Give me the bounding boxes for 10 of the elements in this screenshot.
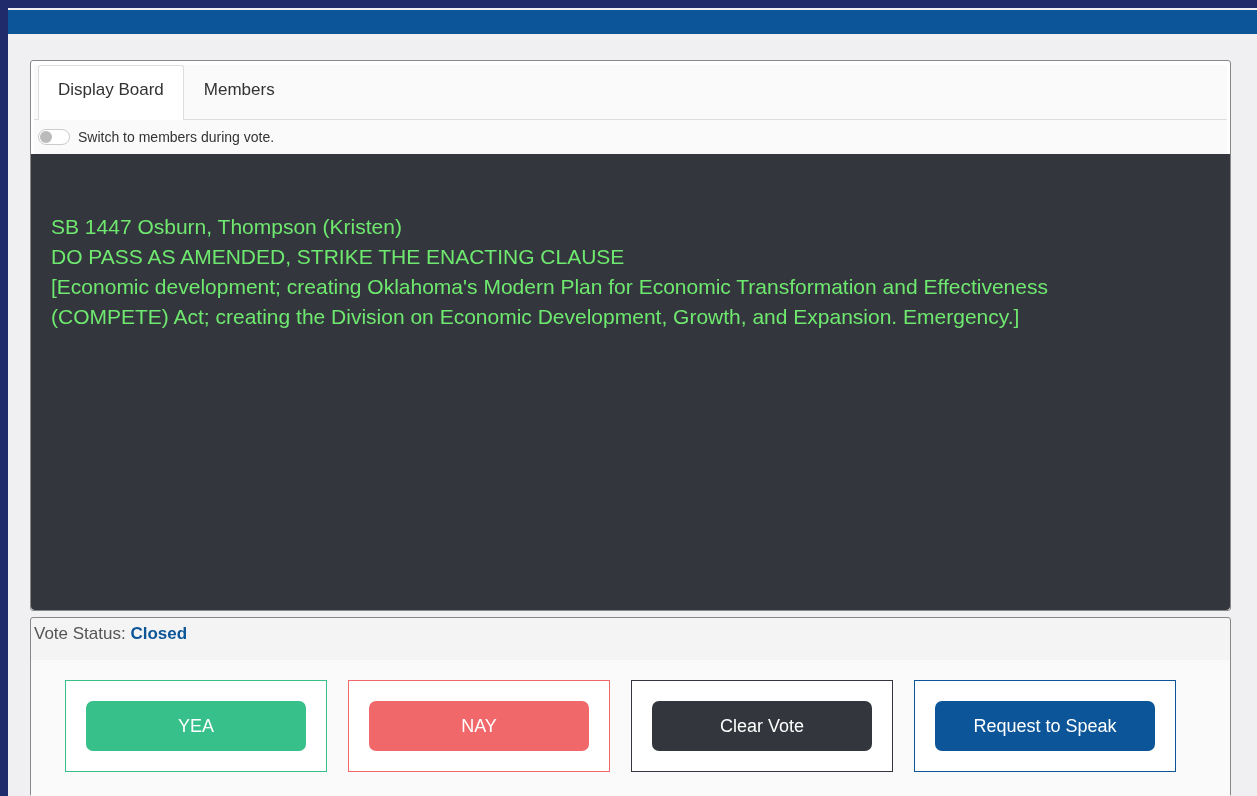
vote-button[interactable]: Request to Speak — [935, 701, 1155, 751]
tab[interactable]: Members — [183, 65, 295, 120]
board-text: SB 1447 Osburn, Thompson (Kristen) — [51, 214, 403, 240]
vote-status-text: Vote Status: Closed — [34, 624, 188, 643]
toggle-switch[interactable] — [38, 129, 70, 145]
vote-button[interactable]: Clear Vote — [652, 701, 872, 751]
switch-label: Switch to members during vote. — [78, 129, 275, 145]
board-text: [Economic development; creating Oklahoma's Modern Plan for Economic Transformation and Effectiveness (COMPETE) Act; creating the Division on Economic Development, Growth, and Expansion. Emergency.] — [51, 274, 1049, 330]
board-text: DO PASS AS AMENDED, STRIKE THE ENACTING CLAUSE — [51, 244, 626, 270]
tab[interactable]: Display Board — [38, 65, 184, 120]
